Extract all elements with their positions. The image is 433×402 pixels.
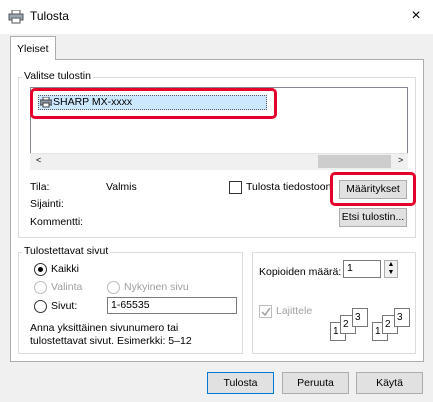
status-value: Valmis [106, 181, 137, 193]
tab-general[interactable]: Yleiset [10, 36, 56, 60]
printer-small-icon [40, 97, 52, 108]
pages-input[interactable]: 1-65535 [107, 297, 237, 314]
checkmark-icon [261, 307, 271, 317]
scroll-left-icon[interactable]: < [36, 155, 41, 165]
radio-pages[interactable] [34, 300, 47, 313]
copies-input[interactable]: 1 [343, 260, 381, 278]
print-to-file-label: Tulosta tiedostoon [246, 181, 332, 193]
status-label: Tila: [30, 181, 50, 193]
radio-current-page[interactable] [107, 281, 120, 294]
apply-button[interactable]: Käytä [356, 372, 423, 394]
page-range-title: Tulostettavat sivut [22, 245, 111, 257]
collate-page-icon: 3 [352, 308, 368, 327]
radio-selected-dot [38, 267, 43, 272]
radio-all-pages[interactable] [34, 263, 47, 276]
radio-current-page-label: Nykyinen sivu [124, 281, 189, 293]
scrollbar-thumb[interactable] [318, 155, 391, 168]
copies-spinner[interactable]: ▲ ▼ [384, 260, 398, 278]
comment-label: Kommentti: [30, 216, 84, 228]
collate-checkbox [259, 305, 272, 318]
radio-selection-label: Valinta [51, 281, 83, 293]
collate-label: Lajittele [276, 305, 313, 317]
page-range-hint-line1: Anna yksittäinen sivunumero tai [30, 322, 179, 334]
highlight-preferences-button [330, 172, 416, 206]
close-button[interactable]: × [406, 5, 426, 27]
radio-all-pages-label: Kaikki [51, 263, 80, 275]
scroll-right-icon[interactable]: > [398, 155, 403, 165]
radio-selection[interactable] [34, 281, 47, 294]
cancel-button[interactable]: Peruuta [282, 372, 349, 394]
collate-page-icon: 3 [394, 308, 410, 327]
find-printer-button[interactable]: Etsi tulostin... [339, 208, 407, 227]
location-label: Sijainti: [30, 198, 64, 210]
window-title: Tulosta [30, 9, 69, 23]
radio-pages-label: Sivut: [51, 300, 78, 312]
page-range-hint-line2: tulostettavat sivut. Esimerkki: 5–12 [30, 335, 192, 347]
highlight-printer-selection [30, 88, 277, 119]
print-button[interactable]: Tulosta [207, 372, 274, 394]
select-printer-title: Valitse tulostin [22, 70, 93, 82]
copies-label: Kopioiden määrä: [259, 266, 342, 278]
print-to-file-checkbox[interactable] [229, 181, 242, 194]
printer-icon [8, 10, 24, 24]
